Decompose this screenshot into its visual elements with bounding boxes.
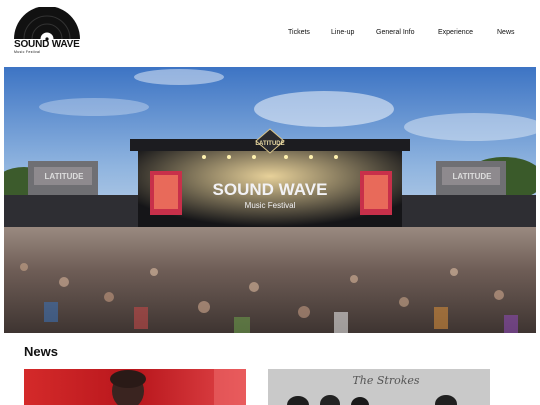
nav-general-info[interactable]: General Info	[376, 29, 415, 41]
stage-title: SOUND WAVE	[213, 180, 328, 199]
nav-experience[interactable]: Experience	[438, 29, 473, 41]
stage-sign-text: LATITUDE	[255, 141, 284, 147]
side-screen-left-text: LATITUDE	[45, 172, 85, 181]
band-photo: The Strokes	[268, 369, 490, 405]
news-card-the-strokes[interactable]: The Strokes	[268, 369, 490, 405]
nav-news[interactable]: News	[497, 29, 515, 41]
side-screen-right-text: LATITUDE	[453, 172, 493, 181]
hero-festival-image: LATITUDE LATITUDE LATITUDE SOUND WAVE Mu…	[4, 67, 536, 333]
nav-line-up[interactable]: Line-up	[331, 29, 354, 41]
news-heading: News	[24, 344, 58, 359]
brand-name: SOUND WAVE	[14, 39, 80, 50]
site-header: SOUND WAVE Music Festival Tickets Line-u…	[0, 0, 540, 66]
nav-tickets[interactable]: Tickets	[288, 29, 310, 41]
news-card-artist[interactable]	[24, 369, 246, 405]
stage-subtitle: Music Festival	[245, 201, 296, 210]
brand-tagline: Music Festival	[14, 50, 41, 54]
artist-photo	[24, 369, 246, 405]
band-name-text: The Strokes	[352, 374, 419, 387]
